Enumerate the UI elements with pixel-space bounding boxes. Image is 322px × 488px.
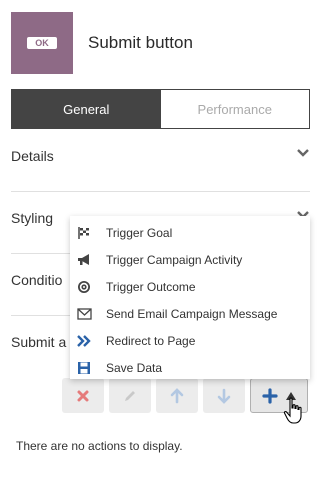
tab-bar: General Performance — [11, 89, 310, 129]
section-label: Styling — [11, 210, 54, 226]
move-up-button[interactable] — [156, 378, 198, 413]
section-details[interactable]: Details — [11, 130, 310, 192]
section-label: Details — [11, 148, 54, 164]
goal-flag-icon — [76, 225, 92, 241]
menu-item-trigger-outcome[interactable]: Trigger Outcome — [70, 273, 310, 300]
menu-item-label: Save Data — [106, 360, 163, 375]
header: OK Submit button — [0, 0, 322, 88]
delete-button[interactable] — [62, 378, 104, 413]
menu-item-label: Trigger Outcome — [106, 279, 196, 294]
pencil-icon — [125, 390, 135, 401]
add-action-menu: Trigger Goal Trigger Campaign Activity T… — [70, 216, 310, 379]
menu-item-save-data[interactable]: Save Data — [70, 354, 310, 381]
page-title: Submit button — [88, 33, 193, 52]
button-thumbnail: OK — [11, 12, 73, 74]
edit-button[interactable] — [109, 378, 151, 413]
envelope-icon — [76, 306, 92, 322]
menu-item-label: Send Email Campaign Message — [106, 306, 278, 321]
arrow-up-icon — [170, 387, 184, 403]
menu-item-send-email-campaign-message[interactable]: Send Email Campaign Message — [70, 300, 310, 327]
menu-item-label: Trigger Campaign Activity — [106, 252, 243, 267]
hand-pointer-cursor-icon — [283, 397, 302, 424]
menu-item-trigger-goal[interactable]: Trigger Goal — [70, 219, 310, 246]
thumbnail-ok-label: OK — [27, 37, 57, 49]
move-down-button[interactable] — [203, 378, 245, 413]
chevron-down-icon[interactable] — [296, 146, 310, 160]
double-chevron-right-icon — [76, 333, 92, 349]
floppy-disk-icon — [76, 360, 92, 376]
menu-item-trigger-campaign-activity[interactable]: Trigger Campaign Activity — [70, 246, 310, 273]
menu-item-redirect-to-page[interactable]: Redirect to Page — [70, 327, 310, 354]
tab-general[interactable]: General — [12, 90, 161, 128]
section-label: Submit a — [11, 334, 67, 350]
empty-actions-message: There are no actions to display. — [16, 439, 183, 453]
plus-icon — [262, 387, 278, 404]
actions-toolbar — [62, 378, 308, 413]
target-icon — [76, 279, 92, 295]
tab-performance[interactable]: Performance — [160, 90, 309, 128]
megaphone-icon — [76, 252, 92, 268]
menu-item-label: Redirect to Page — [106, 333, 196, 348]
menu-item-label: Trigger Goal — [106, 225, 173, 240]
arrow-down-icon — [217, 388, 231, 404]
section-label: Conditio — [11, 272, 63, 288]
delete-x-icon — [77, 390, 89, 401]
